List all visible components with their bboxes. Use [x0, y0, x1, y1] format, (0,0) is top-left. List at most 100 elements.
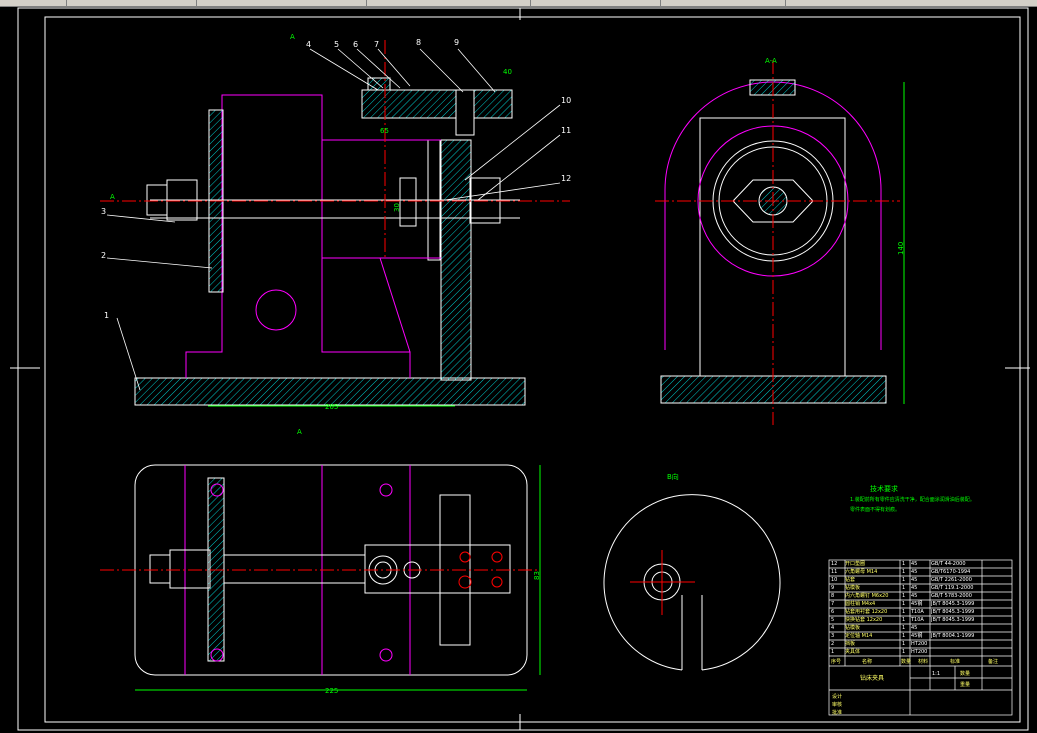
bom-cell-no: 5	[831, 617, 835, 623]
tech-req-line-2: 零件表面不得有划痕。	[850, 507, 901, 513]
bom-cell-mat: HT200	[911, 641, 928, 647]
bom-row: 4 钻模板 1 45	[829, 624, 1012, 632]
bom-cell-mat: 45	[911, 577, 918, 583]
bom-cell-qty: 1	[902, 617, 906, 623]
bom-cell-mat: 45钢	[911, 601, 923, 607]
bom-cell-std: GB/T 2261-2000	[931, 577, 972, 583]
bom-cell-no: 4	[831, 625, 835, 631]
bom-row: 6 钻套用衬套 12x20 1 T10A JB/T 8045.3-1999	[829, 608, 1012, 616]
bom-cell-name: 快换钻套 12x20	[845, 617, 883, 623]
bom-cell-qty: 1	[902, 649, 906, 655]
bom-cell-name: 开口垫圈	[845, 561, 866, 567]
bom-cell-mat: T10A	[911, 617, 924, 623]
top-view	[100, 464, 541, 691]
balloon-10: 10	[561, 96, 572, 105]
bom-cell-name: 六角螺母 M14	[845, 569, 878, 575]
bom-row: 8 内六角螺钉 M6x20 1 45 GB/T 5783-2000	[829, 592, 1012, 600]
balloon-6: 6	[353, 40, 359, 49]
side-view-section	[655, 60, 905, 425]
bom-cell-mat: T10A	[911, 609, 924, 615]
balloon-4: 4	[306, 40, 312, 49]
front-view-section	[100, 40, 570, 407]
balloon-5: 5	[334, 40, 340, 49]
bom-cell-no: 6	[831, 609, 835, 615]
balloon-1: 1	[104, 311, 110, 320]
bom-cell-name: 钻套	[845, 577, 856, 583]
dim-side-height: 140	[897, 241, 905, 255]
bom-row: 10 钻套 1 45 GB/T 2261-2000	[829, 576, 1012, 584]
view-mark-b: B向	[667, 473, 679, 481]
bom-header-mat: 材料	[918, 659, 929, 665]
bom-row: 2 挡板 1 HT200	[829, 640, 1012, 648]
bom-cell-std: JB/T 8045.3-1999	[931, 617, 975, 623]
bom-row: 9 钻模板 1 45 GB/T 119.1-2000	[829, 584, 1012, 592]
balloon-2: 2	[101, 251, 107, 260]
bom-cell-no: 8	[831, 593, 835, 599]
bom-row: 7 圆柱销 M4x4 1 45钢 JB/T 8045.3-1999	[829, 600, 1012, 608]
dim-small-3: 30	[393, 203, 401, 212]
bom-cell-qty: 1	[902, 625, 906, 631]
bom-cell-name: 定位轴 M14	[845, 633, 873, 639]
bom-row: 5 快换钻套 12x20 1 T10A JB/T 8045.3-1999	[829, 616, 1012, 624]
signoff-approve: 批准	[832, 710, 843, 716]
bom-cell-std: GB/T6170-1994	[931, 569, 971, 575]
bom-cell-no: 7	[831, 601, 835, 607]
bom-cell-std: GB/T 5783-2000	[931, 593, 972, 599]
bom-cell-name: 内六角螺钉 M6x20	[845, 593, 889, 599]
bom-cell-qty: 1	[902, 585, 906, 591]
tech-req-line-1: 1.装配前所有零件应清洗干净，配合面涂润滑油后装配。	[850, 497, 975, 503]
bom-cell-mat: HT200	[911, 649, 928, 655]
bom-cell-no: 10	[831, 577, 838, 583]
balloon-8: 8	[416, 38, 422, 47]
bom-row: 12 开口垫圈 1 45 GB/T 44-2000	[829, 560, 1012, 568]
bom-header-note: 备注	[988, 659, 999, 665]
bom-cell-qty: 1	[902, 569, 906, 575]
dim-front-width: 205	[325, 403, 339, 411]
bom-cell-mat: 45	[911, 569, 918, 575]
bom-cell-std: JB/T 8045.3-1999	[931, 609, 975, 615]
bom-header-std: 标准	[950, 659, 961, 665]
bom-cell-mat: 45	[911, 625, 918, 631]
bom-cell-std: JB/T 8045.3-1999	[931, 601, 975, 607]
bom-row: 1 夹具体 1 HT200	[829, 648, 1012, 656]
section-mark-a-bottom: A	[297, 428, 302, 436]
bom-header-name: 名称	[862, 659, 873, 665]
b-view-washer	[603, 494, 781, 671]
bom-cell-no: 12	[831, 561, 838, 567]
bom-cell-std: GB/T 44-2000	[931, 561, 966, 567]
bom-cell-qty: 1	[902, 561, 906, 567]
bom-row: 11 六角螺母 M14 1 45 GB/T6170-1994	[829, 568, 1012, 576]
bom-cell-qty: 1	[902, 609, 906, 615]
balloon-3: 3	[101, 207, 107, 216]
balloon-9: 9	[454, 38, 460, 47]
bom-cell-mat: 45	[911, 585, 918, 591]
bom-cell-std: JB/T 8004.1-1999	[931, 633, 975, 639]
qty-label: 数量	[960, 671, 971, 677]
bom-cell-qty: 1	[902, 601, 906, 607]
balloon-12: 12	[561, 174, 572, 183]
bom-cell-no: 9	[831, 585, 835, 591]
tech-req-title: 技术要求	[870, 485, 898, 493]
weight-label: 重量	[960, 682, 971, 688]
bom-cell-name: 钻模板	[845, 585, 861, 591]
bom-cell-name: 夹具体	[845, 649, 861, 655]
drawing-name: 钻床夹具	[860, 675, 885, 682]
bom-cell-name: 钻套用衬套 12x20	[845, 609, 888, 615]
bom-cell-qty: 1	[902, 577, 906, 583]
balloon-11: 11	[561, 126, 572, 135]
bom-cell-no: 3	[831, 633, 835, 639]
bom-cell-mat: 45钢	[911, 633, 923, 639]
dim-top-height: 83	[533, 571, 541, 580]
bom-cell-qty: 1	[902, 641, 906, 647]
section-mark-a-a: A-A	[765, 57, 777, 65]
bom-cell-name: 钻模板	[845, 625, 861, 631]
scale-value: 1:1	[932, 671, 941, 677]
bom-cell-no: 2	[831, 641, 835, 647]
bom-cell-name: 挡板	[845, 641, 856, 647]
bom-cell-qty: 1	[902, 633, 906, 639]
dim-top-width: 225	[325, 687, 339, 695]
dim-small-2: 40	[503, 68, 512, 76]
bom-cell-mat: 45	[911, 561, 918, 567]
bom-header-no: 序号	[831, 659, 842, 665]
bom-header-qty: 数量	[901, 659, 912, 665]
